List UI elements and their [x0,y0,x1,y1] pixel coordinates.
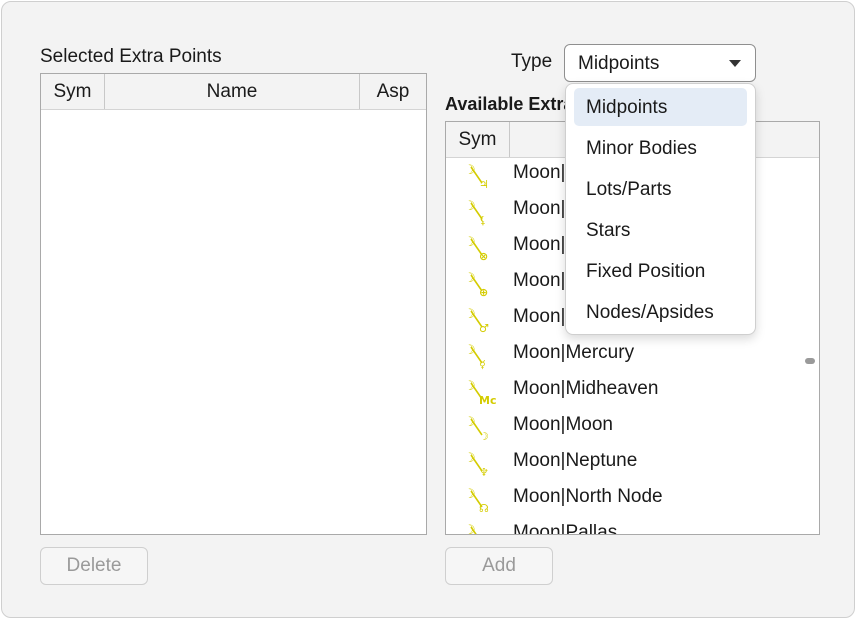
list-item-label: Moon|Midheaven [513,378,659,399]
column-header-name[interactable]: Name [105,74,360,109]
dropdown-option-label: Minor Bodies [586,138,697,159]
moon-spirit-midpoint-icon: ☽ ⊕ [462,269,496,299]
type-select-value: Midpoints [578,53,660,74]
list-item-label: Moon|Moon [513,414,613,435]
list-item-label: Moon|North Node [513,486,663,507]
chevron-down-icon [729,60,741,67]
type-select[interactable]: Midpoints [564,44,756,82]
moon-fortune-midpoint-icon: ☽ ⊗ [462,233,496,263]
delete-button[interactable]: Delete [40,547,148,585]
dropdown-option-label: Stars [586,220,631,241]
dropdown-option[interactable]: Stars [574,211,747,249]
dropdown-option-label: Midpoints [586,97,668,118]
selected-extra-points-table[interactable]: Sym Name Asp [40,73,427,535]
dropdown-option[interactable]: Fixed Position [574,252,747,290]
svg-text:☽: ☽ [464,523,476,535]
selected-table-header: Sym Name Asp [41,74,426,110]
list-item[interactable]: ☽ ☿ Moon|Mercury [446,338,799,374]
svg-text:♂: ♂ [479,322,489,335]
type-dropdown-menu: Midpoints Minor Bodies Lots/Parts Stars Fixe… [565,83,756,335]
selected-extra-points-title: Selected Extra Points [40,46,222,67]
list-item[interactable]: ☽ ☽ Moon|Moon [446,410,799,446]
column-header-sym[interactable]: Sym [446,122,510,157]
svg-text:♃: ♃ [479,178,489,191]
moon-jupiter-midpoint-icon: ☽ ♃ [462,161,496,191]
moon-moon-midpoint-icon: ☽ ☽ [462,413,496,443]
svg-text:⚸: ⚸ [479,214,487,227]
column-header-asp[interactable]: Asp [360,74,426,109]
type-label: Type [511,51,553,72]
moon-neptune-midpoint-icon: ☽ ♆ [462,449,496,479]
svg-text:⊗: ⊗ [479,250,488,263]
svg-text:♆: ♆ [479,466,489,479]
moon-northnode-midpoint-icon: ☽ ☊ [462,485,496,515]
list-item[interactable]: ☽⚴ Moon|Pallas [446,518,799,535]
extra-points-dialog: Selected Extra Points Sym Name Asp Delet… [1,1,855,618]
moon-pallas-midpoint-icon: ☽⚴ [462,521,496,535]
dropdown-option-label: Fixed Position [586,261,706,282]
svg-text:Mc: Mc [479,394,496,407]
list-item-label: Moon|Mercury [513,342,635,363]
dropdown-option-label: Nodes/Apsides [586,302,714,323]
list-item[interactable]: ☽ ☊ Moon|North Node [446,482,799,518]
dropdown-option[interactable]: Lots/Parts [574,170,747,208]
moon-midheaven-midpoint-icon: ☽ Mc [462,377,496,407]
dropdown-option-label: Lots/Parts [586,179,672,200]
moon-lilith-midpoint-icon: ☽ ⚸ [462,197,496,227]
dropdown-option[interactable]: Midpoints [574,88,747,126]
list-item-label: Moon|Pallas [513,522,618,535]
moon-mars-midpoint-icon: ☽ ♂ [462,305,496,335]
list-item-label: Moon|Neptune [513,450,638,471]
scrollbar-thumb[interactable] [805,358,815,364]
moon-mercury-midpoint-icon: ☽ ☿ [462,341,496,371]
list-item[interactable]: ☽ Mc Moon|Midheaven [446,374,799,410]
dropdown-option[interactable]: Minor Bodies [574,129,747,167]
add-button[interactable]: Add [445,547,553,585]
list-item[interactable]: ☽ ♆ Moon|Neptune [446,446,799,482]
svg-text:☿: ☿ [479,358,486,371]
dropdown-option[interactable]: Nodes/Apsides [574,293,747,331]
svg-text:☽: ☽ [479,430,489,443]
svg-text:⊕: ⊕ [479,286,488,299]
svg-text:☊: ☊ [479,502,489,515]
column-header-sym[interactable]: Sym [41,74,105,109]
